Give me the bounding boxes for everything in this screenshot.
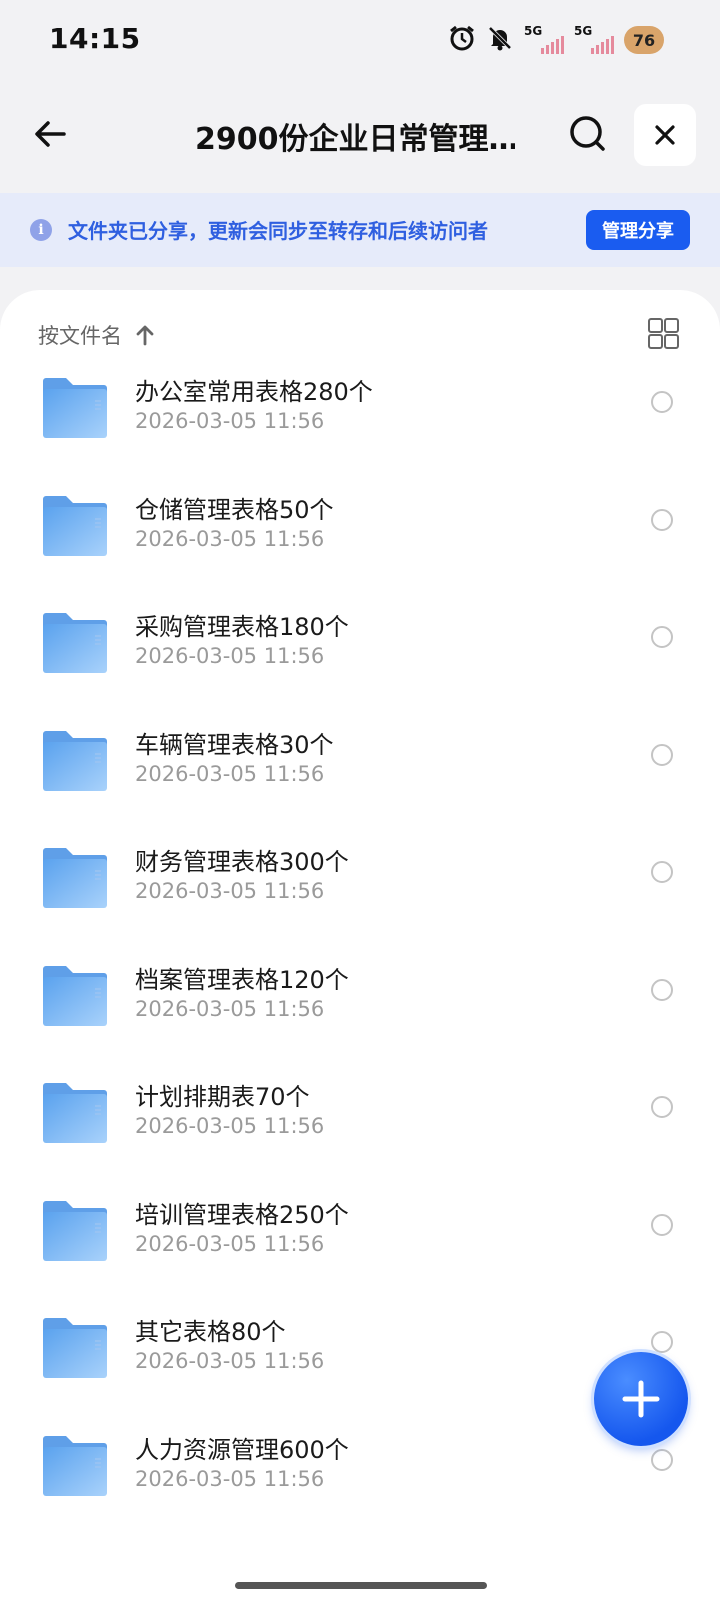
folder-icon [41,730,109,792]
file-date: 2026-03-05 11:56 [135,996,325,1021]
status-bar: 14:15 5G 5G 76 [0,0,720,80]
select-checkbox[interactable] [651,1331,673,1353]
list-item[interactable]: 车辆管理表格30个 2026-03-05 11:56 [0,720,720,840]
select-checkbox[interactable] [651,1096,673,1118]
list-item[interactable]: 计划排期表70个 2026-03-05 11:56 [0,1072,720,1192]
folder-icon [41,1082,109,1144]
file-name: 培训管理表格250个 [135,1200,349,1229]
select-checkbox[interactable] [651,1448,673,1471]
top-app-bar: 2900份企业日常管理… [0,100,720,170]
home-indicator[interactable] [235,1582,487,1589]
status-icons: 5G 5G 76 [448,22,664,58]
bell-off-icon [486,24,514,56]
folder-icon [41,847,109,909]
list-item[interactable]: 培训管理表格250个 2026-03-05 11:56 [0,1190,720,1310]
file-name: 财务管理表格300个 [135,848,349,876]
close-button[interactable] [634,104,696,166]
network-type-label: 5G [524,24,543,38]
search-icon [570,116,605,151]
folder-icon [41,1317,109,1379]
file-name: 采购管理表格180个 [135,613,349,641]
list-item[interactable]: 人力资源管理600个 2026-03-05 11:56 [0,1425,720,1545]
file-date: 2026-03-05 11:56 [135,1466,325,1491]
share-notice-text: 文件夹已分享，更新会同步至转存和后续访问者 [68,219,488,243]
grid-view-toggle[interactable] [648,318,680,350]
file-date: 2026-03-05 11:56 [135,761,325,786]
file-date: 2026-03-05 11:56 [135,526,325,551]
sort-control[interactable]: 按文件名 [38,320,156,350]
select-checkbox[interactable] [651,508,673,531]
network-type-label: 5G [574,24,593,38]
list-item[interactable]: 仓储管理表格50个 2026-03-05 11:56 [0,485,720,605]
arrow-up-icon [136,325,154,346]
sort-label: 按文件名 [38,324,122,348]
select-checkbox[interactable] [651,861,673,883]
page-title: 2900份企业日常管理… [195,122,515,157]
share-notice-banner: i 文件夹已分享，更新会同步至转存和后续访问者 管理分享 [0,193,720,267]
info-icon: i [30,219,52,241]
select-checkbox[interactable] [651,978,673,1001]
close-icon [655,125,675,145]
list-item[interactable]: 办公室常用表格280个 2026-03-05 11:56 [0,367,720,487]
select-checkbox[interactable] [651,743,673,766]
status-time: 14:15 [49,22,141,55]
list-item[interactable]: 财务管理表格300个 2026-03-05 11:56 [0,837,720,957]
arrow-left-icon [35,121,66,147]
file-date: 2026-03-05 11:56 [135,1114,325,1138]
select-checkbox[interactable] [651,1213,673,1236]
back-button[interactable] [28,112,72,156]
signal-icon: 5G [574,24,614,56]
list-item[interactable]: 采购管理表格180个 2026-03-05 11:56 [0,602,720,722]
folder-icon [41,495,109,557]
file-name: 人力资源管理600个 [135,1435,349,1464]
folder-icon [41,1200,109,1262]
list-item[interactable]: 档案管理表格120个 2026-03-05 11:56 [0,955,720,1075]
select-checkbox[interactable] [651,391,673,413]
file-date: 2026-03-05 11:56 [135,879,325,903]
folder-icon [41,965,109,1027]
file-name: 其它表格80个 [135,1318,286,1346]
select-checkbox[interactable] [651,626,673,648]
file-date: 2026-03-05 11:56 [135,644,325,668]
folder-icon [41,1435,109,1497]
manage-share-button[interactable]: 管理分享 [586,210,690,250]
file-date: 2026-03-05 11:56 [135,1231,325,1256]
file-name: 办公室常用表格280个 [135,378,373,406]
file-name: 车辆管理表格30个 [135,730,334,759]
plus-icon [622,1380,660,1418]
signal-icon: 5G [524,24,564,56]
file-date: 2026-03-05 11:56 [135,409,325,433]
alarm-icon [448,24,476,56]
search-button[interactable] [566,112,610,156]
folder-icon [41,377,109,439]
battery-icon: 76 [624,26,664,54]
file-name: 计划排期表70个 [135,1083,310,1111]
file-date: 2026-03-05 11:56 [135,1349,325,1373]
add-button[interactable] [594,1352,688,1446]
folder-icon [41,612,109,674]
file-name: 档案管理表格120个 [135,965,349,994]
file-name: 仓储管理表格50个 [135,495,334,524]
